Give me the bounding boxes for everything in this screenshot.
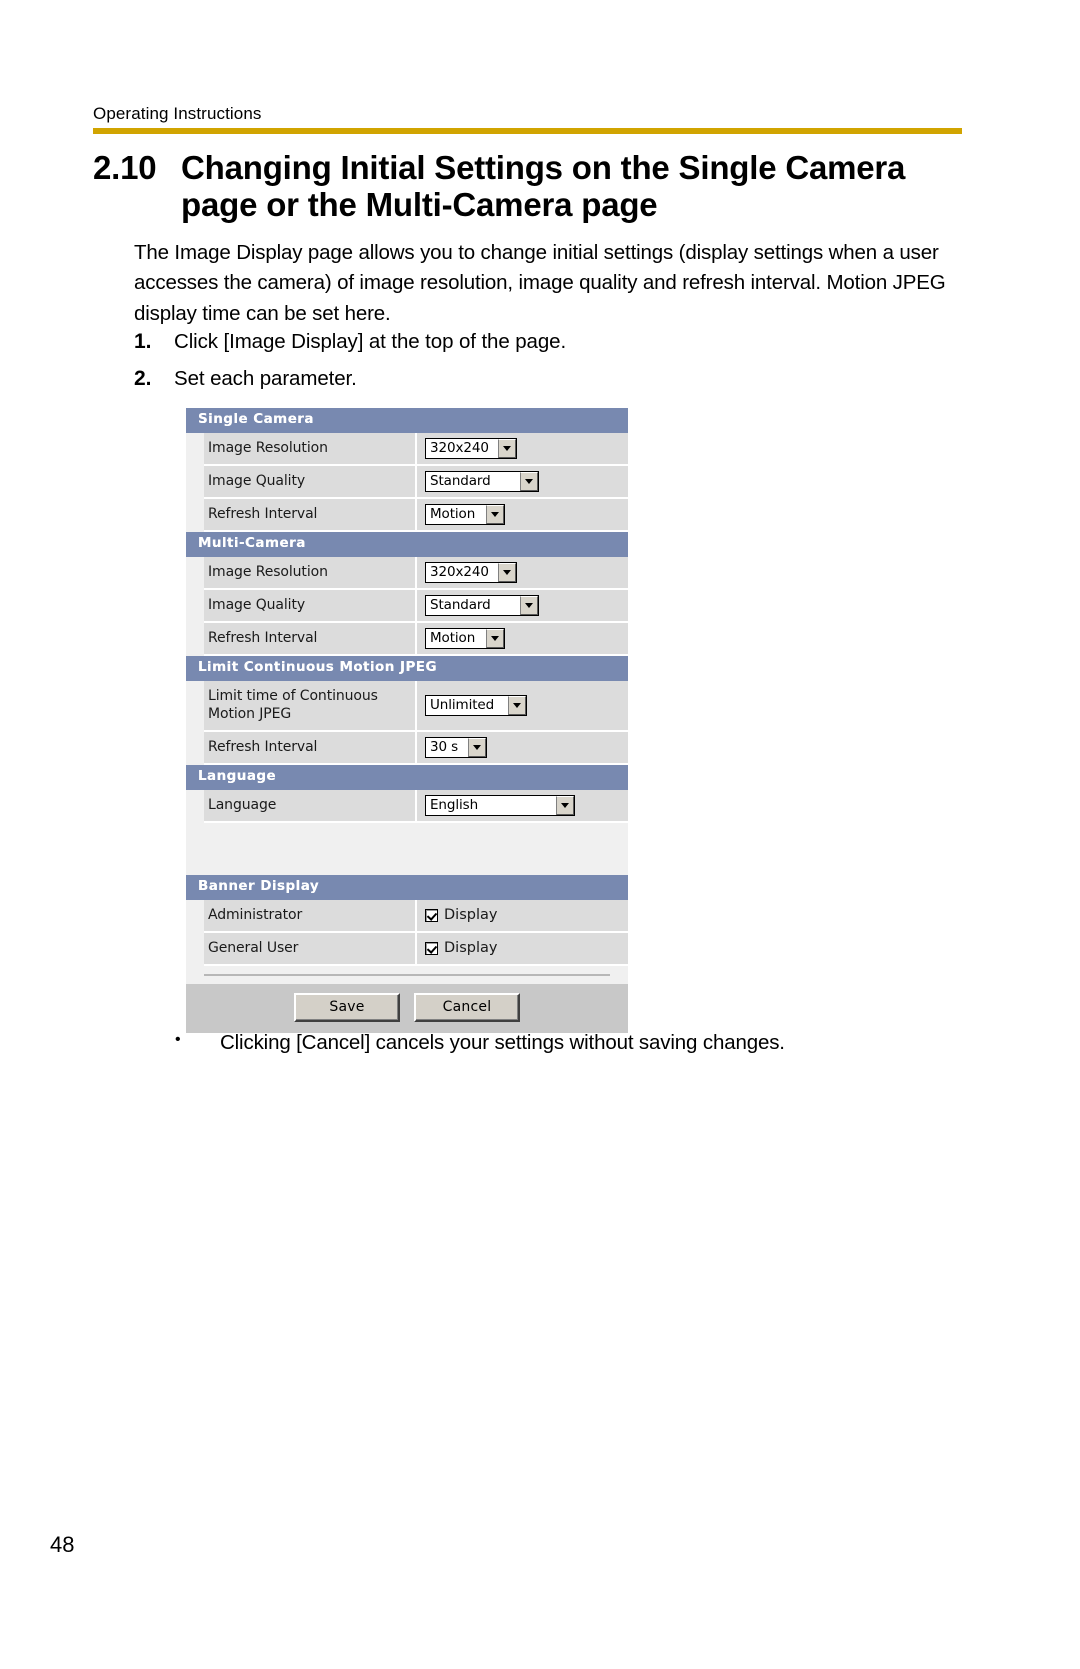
- image-quality-select-multi[interactable]: Standard: [425, 594, 539, 616]
- section-header-multi-camera: Multi-Camera: [186, 531, 628, 557]
- chevron-down-icon[interactable]: [498, 562, 516, 582]
- row-field: 30 s: [417, 731, 628, 763]
- step-number: 2.: [134, 367, 152, 390]
- row-label: Image Quality: [204, 465, 417, 497]
- table-row: Refresh Interval Motion: [204, 622, 628, 656]
- checkbox-checked-icon[interactable]: [425, 941, 438, 955]
- row-label: Language: [204, 789, 417, 821]
- row-field: Unlimited: [417, 680, 628, 730]
- section-header-limit-motion-jpeg: Limit Continuous Motion JPEG: [186, 655, 628, 681]
- running-header: Operating Instructions: [93, 104, 262, 123]
- table-row: Refresh Interval 30 s: [204, 731, 628, 765]
- bullet-icon: •: [175, 1031, 181, 1048]
- image-resolution-select-single[interactable]: 320x240: [425, 437, 517, 459]
- row-field: Display: [417, 932, 628, 964]
- row-label: General User: [204, 932, 417, 964]
- image-quality-select-single[interactable]: Standard: [425, 470, 539, 492]
- table-row: General User Display: [204, 932, 628, 966]
- checkbox-checked-icon[interactable]: [425, 908, 438, 922]
- chevron-down-icon[interactable]: [508, 695, 526, 715]
- row-field: Display: [417, 899, 628, 931]
- row-field: Motion: [417, 498, 628, 530]
- section-rows-language: Language English: [204, 789, 628, 823]
- table-row: Image Quality Standard: [204, 465, 628, 499]
- panel-button-bar: Save Cancel: [186, 983, 628, 1033]
- refresh-interval-select-multi[interactable]: Motion: [425, 627, 505, 649]
- limit-time-select[interactable]: Unlimited: [425, 694, 527, 716]
- step-text: Set each parameter.: [174, 367, 357, 390]
- row-label: Refresh Interval: [204, 498, 417, 530]
- refresh-interval-select-single[interactable]: Motion: [425, 503, 505, 525]
- table-row: Image Quality Standard: [204, 589, 628, 623]
- row-field: Standard: [417, 465, 628, 497]
- row-label: Refresh Interval: [204, 731, 417, 763]
- section-header-single-camera: Single Camera: [186, 408, 628, 433]
- select-value: Unlimited: [426, 695, 508, 715]
- general-user-display-checkbox[interactable]: Display: [425, 940, 497, 956]
- chevron-down-icon[interactable]: [486, 628, 504, 648]
- row-label: Refresh Interval: [204, 622, 417, 654]
- row-field: English: [417, 789, 628, 821]
- select-value: Standard: [426, 595, 520, 615]
- row-label: Image Resolution: [204, 432, 417, 464]
- cancel-button[interactable]: Cancel: [414, 992, 520, 1022]
- section-rows-single-camera: Image Resolution 320x240 Image Quality S…: [204, 432, 628, 532]
- step-item: 2. Set each parameter.: [134, 367, 357, 391]
- select-value: Motion: [426, 628, 486, 648]
- section-rows-limit-motion-jpeg: Limit time of Continuous Motion JPEG Unl…: [204, 680, 628, 765]
- checkbox-label: Display: [444, 940, 498, 957]
- section-title-text: Changing Initial Settings on the Single …: [181, 149, 906, 223]
- step-item: 1. Click [Image Display] at the top of t…: [134, 330, 566, 354]
- table-row: Image Resolution 320x240: [204, 432, 628, 466]
- row-field: 320x240: [417, 556, 628, 588]
- table-row: Image Resolution 320x240: [204, 556, 628, 590]
- chevron-down-icon[interactable]: [468, 737, 486, 757]
- page-number: 48: [50, 1532, 75, 1557]
- table-row: Language English: [204, 789, 628, 823]
- panel-spacer: [186, 822, 628, 875]
- row-label: Administrator: [204, 899, 417, 931]
- row-field: Motion: [417, 622, 628, 654]
- row-label: Image Resolution: [204, 556, 417, 588]
- note-item: • Clicking [Cancel] cancels your setting…: [175, 1031, 975, 1055]
- section-rows-banner-display: Administrator Display General User Displ…: [204, 899, 628, 966]
- select-value: 320x240: [426, 438, 498, 458]
- intro-paragraph: The Image Display page allows you to cha…: [134, 241, 946, 325]
- divider: [204, 973, 610, 976]
- row-label: Image Quality: [204, 589, 417, 621]
- save-button[interactable]: Save: [294, 992, 400, 1022]
- image-resolution-select-multi[interactable]: 320x240: [425, 561, 517, 583]
- select-value: Motion: [426, 504, 486, 524]
- administrator-display-checkbox[interactable]: Display: [425, 907, 497, 923]
- chevron-down-icon[interactable]: [520, 471, 538, 491]
- select-value: English: [426, 795, 556, 815]
- row-field: Standard: [417, 589, 628, 621]
- table-row: Administrator Display: [204, 899, 628, 933]
- chevron-down-icon[interactable]: [486, 504, 504, 524]
- step-text: Click [Image Display] at the top of the …: [174, 330, 567, 353]
- page-title: 2.10 Changing Initial Settings on the Si…: [93, 149, 973, 224]
- checkbox-label: Display: [444, 907, 498, 924]
- row-label: Limit time of Continuous Motion JPEG: [204, 680, 417, 730]
- chevron-down-icon[interactable]: [498, 438, 516, 458]
- image-display-settings-panel: Single Camera Image Resolution 320x240 I…: [186, 408, 628, 1033]
- section-rows-multi-camera: Image Resolution 320x240 Image Quality S…: [204, 556, 628, 656]
- row-field: 320x240: [417, 432, 628, 464]
- section-number: 2.10: [93, 149, 157, 186]
- section-header-banner-display: Banner Display: [186, 874, 628, 900]
- refresh-interval-select-limit[interactable]: 30 s: [425, 736, 487, 758]
- chevron-down-icon[interactable]: [520, 595, 538, 615]
- table-row: Limit time of Continuous Motion JPEG Unl…: [204, 680, 628, 732]
- select-value: 320x240: [426, 562, 498, 582]
- language-select[interactable]: English: [425, 794, 575, 816]
- select-value: 30 s: [426, 737, 468, 757]
- note-text: Clicking [Cancel] cancels your settings …: [220, 1031, 785, 1054]
- document-page: Operating Instructions 2.10 Changing Ini…: [0, 0, 1080, 1669]
- table-row: Refresh Interval Motion: [204, 498, 628, 532]
- section-header-language: Language: [186, 764, 628, 790]
- chevron-down-icon[interactable]: [556, 795, 574, 815]
- select-value: Standard: [426, 471, 520, 491]
- header-rule: [93, 128, 962, 134]
- step-number: 1.: [134, 330, 152, 353]
